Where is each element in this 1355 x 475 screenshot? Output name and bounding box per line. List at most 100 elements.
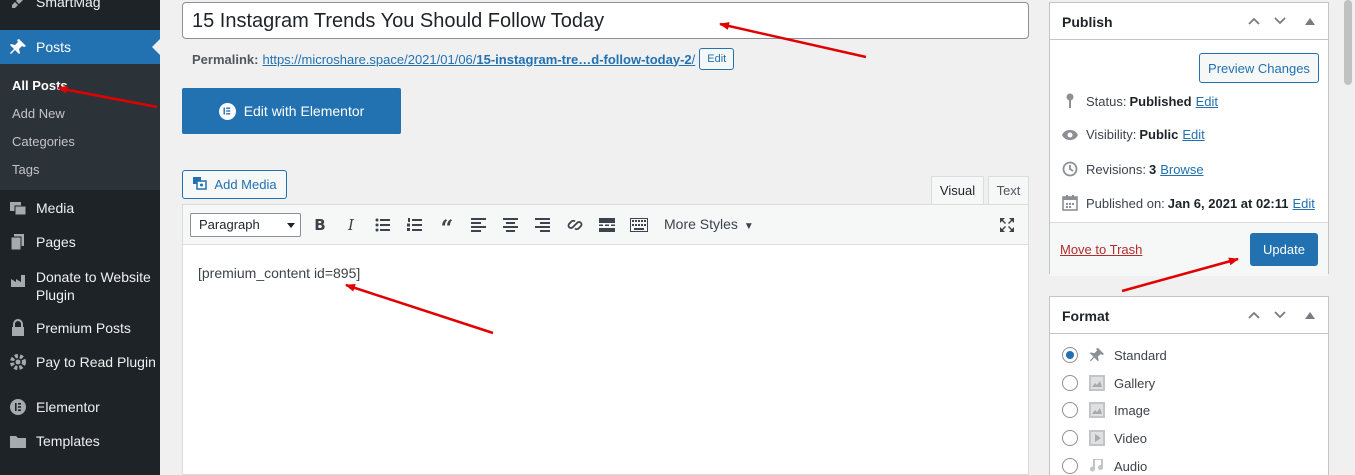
status-label: Status: — [1086, 93, 1127, 109]
more-styles-dropdown[interactable]: More Styles ▼ — [664, 216, 754, 232]
submenu-all-posts[interactable]: All Posts — [12, 78, 68, 93]
bold-icon: B — [314, 216, 326, 234]
sidebar-item-label: Templates — [36, 433, 100, 449]
chevron-down-icon — [287, 223, 295, 228]
sidebar-item-label: Pages — [36, 234, 76, 250]
published-on-label: Published on: — [1086, 195, 1165, 211]
collapse-toggle-icon[interactable] — [1301, 12, 1319, 30]
chevron-up-icon[interactable] — [1245, 306, 1263, 324]
sidebar-item-donate-plugin[interactable]: Donate to Website Plugin — [0, 266, 160, 306]
format-option-image[interactable]: Image — [1062, 402, 1150, 418]
format-box: Format Standard Gallery Image Video Audi… — [1049, 296, 1329, 475]
sidebar-item-templates[interactable]: Templates — [0, 431, 160, 451]
tab-text[interactable]: Text — [988, 176, 1029, 204]
sidebar-item-media[interactable]: Media — [0, 198, 160, 218]
sidebar-item-pay-to-read[interactable]: Pay to Read Plugin — [0, 352, 160, 372]
folder-icon — [8, 431, 28, 451]
admin-sidebar: SmartMag Posts All Posts Add New Categor… — [0, 0, 160, 475]
pages-icon — [8, 232, 28, 252]
sidebar-item-label: Premium Posts — [36, 320, 131, 336]
permalink-suffix: / — [691, 51, 696, 67]
numbered-list-icon — [407, 218, 422, 231]
blockquote-button[interactable]: “ — [436, 215, 458, 240]
revisions-browse-link[interactable]: Browse — [1160, 162, 1203, 177]
visibility-edit-link[interactable]: Edit — [1182, 127, 1204, 142]
visibility-row: Visibility: Public Edit — [1060, 127, 1205, 142]
insert-link-button[interactable] — [564, 215, 586, 235]
sidebar-item-label: SmartMag — [36, 0, 101, 10]
pin-icon — [1060, 93, 1080, 109]
format-option-label: Standard — [1114, 347, 1167, 363]
gallery-icon — [1088, 375, 1106, 391]
sidebar-item-elementor[interactable]: Elementor — [0, 397, 160, 417]
align-left-button[interactable] — [468, 215, 490, 235]
brush-icon — [8, 0, 28, 12]
radio-unchecked[interactable] — [1062, 402, 1078, 418]
collapse-toggle-icon[interactable] — [1301, 306, 1319, 324]
format-option-audio[interactable]: Audio — [1062, 458, 1147, 474]
sidebar-item-premium-posts[interactable]: Premium Posts — [0, 318, 160, 338]
sidebar-item-pages[interactable]: Pages — [0, 232, 160, 252]
preview-changes-button[interactable]: Preview Changes — [1199, 53, 1319, 83]
bold-button[interactable]: B — [309, 215, 331, 235]
permalink-edit-button[interactable]: Edit — [699, 48, 735, 70]
radio-unchecked[interactable] — [1062, 458, 1078, 474]
publish-box-body: Preview Changes Status: Published Edit V… — [1050, 40, 1328, 177]
align-left-icon — [471, 218, 486, 232]
align-center-button[interactable] — [500, 215, 522, 235]
published-on-edit-link[interactable]: Edit — [1292, 196, 1314, 211]
status-edit-link[interactable]: Edit — [1196, 94, 1218, 109]
chevron-down-icon[interactable] — [1271, 12, 1289, 30]
keyboard-icon — [630, 218, 648, 232]
format-box-header: Format — [1050, 297, 1328, 334]
format-select[interactable]: Paragraph — [190, 213, 301, 237]
permalink-prefix: https://microshare.space/2021/01/06/ — [262, 51, 477, 67]
chevron-up-icon[interactable] — [1245, 12, 1263, 30]
format-option-label: Video — [1114, 430, 1148, 446]
calendar-icon — [1060, 195, 1080, 211]
post-title-input[interactable]: 15 Instagram Trends You Should Follow To… — [182, 2, 1029, 39]
status-value: Published — [1129, 93, 1192, 109]
radio-checked[interactable] — [1062, 347, 1078, 363]
editor-content[interactable]: [premium_content id=895] — [198, 265, 360, 281]
update-button[interactable]: Update — [1250, 233, 1318, 266]
numbered-list-button[interactable] — [404, 215, 426, 235]
sidebar-item-label: Elementor — [36, 399, 100, 415]
bullet-list-button[interactable] — [372, 215, 394, 235]
toolbar-toggle-button[interactable] — [628, 215, 650, 235]
read-more-button[interactable] — [596, 215, 618, 235]
submenu-tags[interactable]: Tags — [12, 162, 39, 177]
sidebar-item-posts[interactable]: Posts — [0, 30, 160, 64]
format-option-standard[interactable]: Standard — [1062, 347, 1167, 363]
permalink-label: Permalink: — [192, 51, 259, 67]
align-right-button[interactable] — [532, 215, 554, 235]
publish-box-title: Publish — [1062, 14, 1113, 30]
posts-submenu: All Posts Add New Categories Tags — [0, 64, 160, 190]
radio-unchecked[interactable] — [1062, 375, 1078, 391]
edit-with-elementor-button[interactable]: Edit with Elementor — [182, 88, 401, 134]
format-option-gallery[interactable]: Gallery — [1062, 375, 1155, 391]
pin-icon — [8, 37, 28, 57]
italic-button[interactable]: I — [340, 215, 362, 235]
revisions-value: 3 — [1148, 161, 1157, 177]
submenu-categories[interactable]: Categories — [12, 134, 75, 149]
scrollbar-thumb[interactable] — [1344, 0, 1352, 85]
editor-toolbar: Paragraph B I “ More Styles ▼ — [183, 205, 1028, 245]
fullscreen-button[interactable] — [996, 215, 1018, 235]
tab-visual[interactable]: Visual — [931, 176, 984, 204]
sidebar-item-label: Posts — [36, 39, 72, 55]
fullscreen-icon — [1000, 218, 1014, 232]
sidebar-item-label: Pay to Read Plugin — [36, 354, 156, 370]
publish-box: Publish Preview Changes Status: Publishe… — [1049, 2, 1329, 276]
format-option-label: Image — [1114, 402, 1151, 418]
chevron-down-icon[interactable] — [1271, 306, 1289, 324]
submenu-add-new[interactable]: Add New — [12, 106, 65, 121]
add-media-button[interactable]: Add Media — [182, 170, 287, 199]
move-to-trash-link[interactable]: Move to Trash — [1060, 242, 1142, 257]
sidebar-item-smartmag[interactable]: SmartMag — [0, 0, 160, 12]
format-option-video[interactable]: Video — [1062, 430, 1147, 446]
status-row: Status: Published Edit — [1060, 93, 1218, 109]
radio-unchecked[interactable] — [1062, 430, 1078, 446]
more-styles-label: More Styles — [664, 216, 738, 232]
permalink-link[interactable]: https://microshare.space/2021/01/06/15-i… — [262, 52, 695, 67]
